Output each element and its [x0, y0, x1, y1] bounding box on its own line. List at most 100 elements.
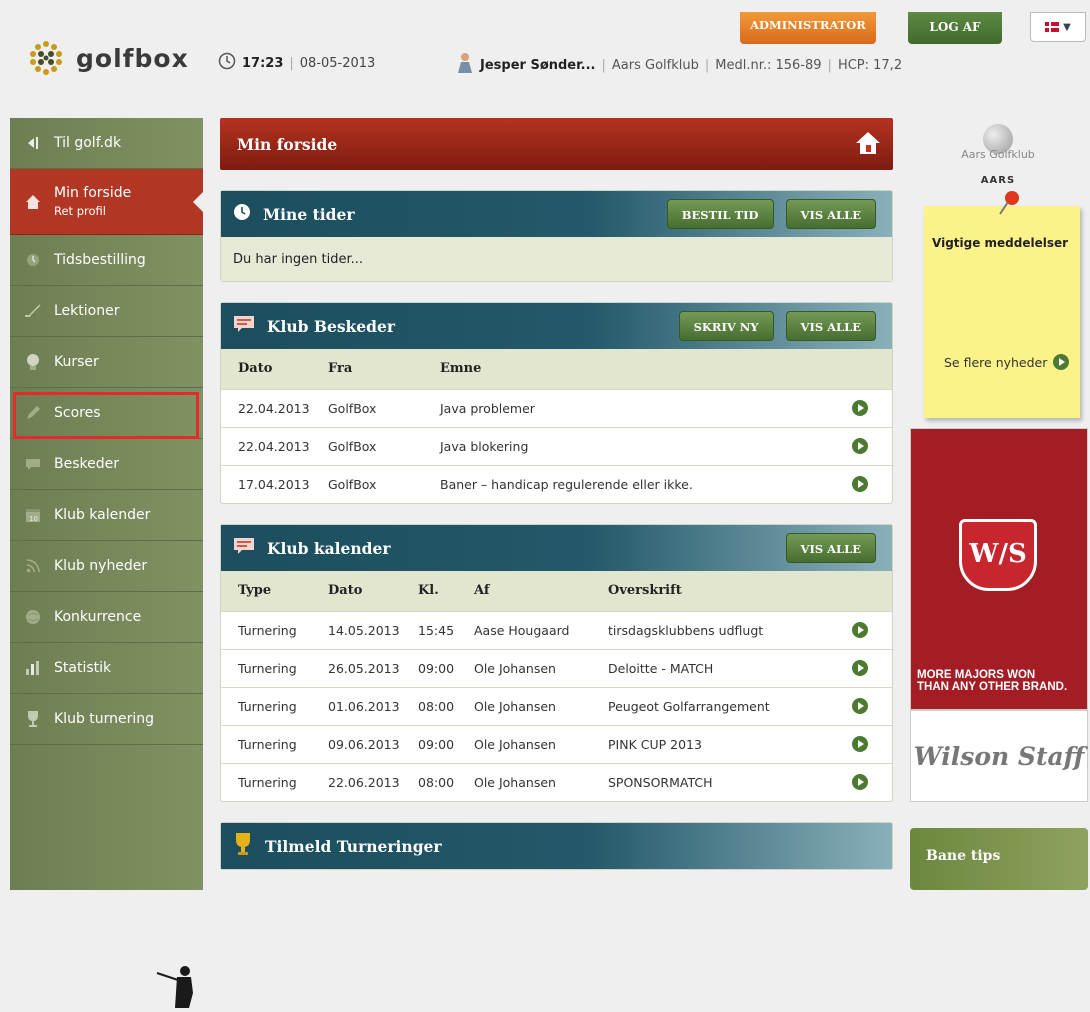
sidebar-item-statistik[interactable]: Statistik — [10, 643, 203, 694]
message-icon — [24, 455, 42, 473]
arrow-right-icon[interactable] — [852, 698, 868, 714]
column-header: Af — [457, 571, 591, 611]
table-row[interactable]: 22.04.2013 GolfBox Java blokering — [221, 426, 892, 465]
more-news-label: Se flere nyheder — [944, 354, 1048, 370]
event-title: PINK CUP 2013 — [591, 724, 852, 763]
clock-icon — [218, 52, 236, 74]
event-time: 09:00 — [401, 648, 457, 687]
sidebar-item-lektioner[interactable]: Lektioner — [10, 286, 203, 337]
show-all-times-button[interactable]: VIS ALLE — [785, 199, 876, 229]
event-organizer: Ole Johansen — [457, 762, 591, 801]
table-row[interactable]: Turnering 01.06.2013 08:00 Ole Johansen … — [221, 686, 892, 725]
language-selector[interactable]: ▼ — [1030, 12, 1086, 42]
sidebar-item-klub-turnering[interactable]: Klub turnering — [10, 694, 203, 745]
book-time-button[interactable]: BESTIL TID — [666, 199, 774, 229]
logo-text: golfbox — [76, 43, 189, 73]
column-header: Type — [221, 571, 311, 611]
home-icon[interactable] — [855, 130, 881, 160]
wilson-ad-banner[interactable]: W/S MORE MAJORS WON THAN ANY OTHER BRAND… — [910, 428, 1088, 710]
edit-profile-link[interactable]: Ret profil — [54, 204, 131, 218]
show-all-messages-button[interactable]: VIS ALLE — [785, 311, 876, 341]
more-news-link[interactable]: Se flere nyheder — [944, 354, 1070, 370]
table-row[interactable]: Turnering 22.06.2013 08:00 Ole Johansen … — [221, 762, 892, 801]
svg-text:10: 10 — [29, 515, 38, 523]
message-from: GolfBox — [311, 464, 423, 503]
show-all-calendar-button[interactable]: VIS ALLE — [785, 533, 876, 563]
sidebar-item-klub-kalender[interactable]: 10 Klub kalender — [10, 490, 203, 541]
sidebar-item-kurser[interactable]: Kurser — [10, 337, 203, 388]
ad-slogan: MORE MAJORS WON THAN ANY OTHER BRAND. — [917, 669, 1067, 693]
arrow-right-icon — [1053, 354, 1070, 370]
rss-icon — [24, 557, 42, 575]
event-title: Deloitte - MATCH — [591, 648, 852, 687]
sidebar-item-label: Statistik — [54, 660, 112, 676]
calendar-icon: 10 — [24, 506, 42, 524]
member-number: Medl.nr.: 156-89 — [715, 57, 822, 73]
event-time: 09:00 — [401, 724, 457, 763]
calendar-table: Type Dato Kl. Af Overskrift Turnering 14… — [221, 571, 892, 801]
arrow-right-icon[interactable] — [852, 622, 868, 638]
tilmeld-turneringer-panel: Tilmeld Turneringer — [220, 822, 893, 870]
sidebar-item-label: Beskeder — [54, 456, 119, 472]
club-name: Aars Golfklub — [611, 57, 699, 73]
sidebar-item-tidsbestilling[interactable]: Tidsbestilling — [10, 235, 203, 286]
table-row[interactable]: 17.04.2013 GolfBox Baner – handicap regu… — [221, 464, 892, 503]
message-icon — [233, 537, 255, 559]
bane-tips-banner[interactable]: Bane tips — [910, 828, 1088, 890]
event-date: 22.06.2013 — [311, 762, 401, 801]
logout-button[interactable]: LOG AF — [908, 12, 1002, 44]
table-row[interactable]: Turnering 26.05.2013 09:00 Ole Johansen … — [221, 648, 892, 687]
separator: | — [289, 55, 294, 71]
club-logo-text: Aars Golfklub — [961, 148, 1035, 161]
arrow-right-icon[interactable] — [852, 736, 868, 752]
event-date: 26.05.2013 — [311, 648, 401, 687]
table-row[interactable]: 22.04.2013 GolfBox Java problemer — [221, 388, 892, 427]
message-from: GolfBox — [311, 388, 423, 427]
sidebar-item-beskeder[interactable]: Beskeder — [10, 439, 203, 490]
back-arrow-icon — [24, 134, 42, 152]
chevron-down-icon: ▼ — [1063, 21, 1071, 33]
event-organizer: Ole Johansen — [457, 686, 591, 725]
arrow-right-icon[interactable] — [852, 476, 868, 493]
administrator-button[interactable]: ADMINISTRATOR — [740, 12, 876, 44]
datetime: 17:23 | 08-05-2013 — [218, 52, 375, 74]
event-date: 09.06.2013 — [311, 724, 401, 763]
sidebar-item-min-forside[interactable]: Min forside Ret profil — [10, 169, 204, 235]
wilson-staff-brand[interactable]: Wilson Staff — [910, 710, 1088, 802]
user-name[interactable]: Jesper Sønder... — [480, 58, 596, 73]
arrow-right-icon[interactable] — [852, 438, 868, 454]
write-new-button[interactable]: SKRIV NY — [678, 311, 774, 341]
message-subject: Baner – handicap regulerende eller ikke. — [423, 464, 852, 503]
no-times-message: Du har ingen tider... — [221, 237, 892, 281]
separator: | — [601, 57, 606, 73]
table-row[interactable]: Turnering 09.06.2013 09:00 Ole Johansen … — [221, 724, 892, 763]
sidebar-item-klub-nyheder[interactable]: Klub nyheder — [10, 541, 203, 592]
main-content: Min forside Mine tider BESTIL TID VIS AL… — [220, 118, 893, 870]
club-logo[interactable]: Aars Golfklub AARS — [938, 124, 1058, 186]
notice-title: Vigtige meddelelser — [932, 236, 1069, 250]
sidebar-item-konkurrence[interactable]: Konkurrence — [10, 592, 203, 643]
event-time: 08:00 — [401, 686, 457, 725]
sidebar-item-til-golf-dk[interactable]: Til golf.dk — [10, 118, 203, 169]
panel-header: Klub kalender VIS ALLE — [221, 525, 892, 571]
go-cell — [852, 388, 892, 427]
column-header-empty — [852, 571, 892, 611]
golfbox-logo[interactable]: golfbox — [26, 38, 189, 78]
page-title: Min forside — [237, 134, 338, 154]
sidebar-item-scores[interactable]: Scores — [10, 388, 203, 439]
ad-slogan-line: THAN ANY OTHER BRAND. — [917, 681, 1068, 693]
club-short-name: AARS — [980, 175, 1016, 186]
event-organizer: Ole Johansen — [457, 724, 591, 763]
golf-ball-icon — [24, 353, 42, 371]
go-cell — [852, 724, 892, 763]
arrow-right-icon[interactable] — [852, 400, 868, 416]
arrow-right-icon[interactable] — [852, 660, 868, 676]
trophy-icon — [24, 710, 42, 728]
event-type: Turnering — [221, 686, 311, 725]
sidebar-item-label: Lektioner — [54, 303, 120, 319]
sidebar-item-label: Kurser — [54, 354, 99, 370]
wilson-staff-logo: W/S — [959, 519, 1037, 591]
arrow-right-icon[interactable] — [852, 774, 868, 791]
table-row[interactable]: Turnering 14.05.2013 15:45 Aase Hougaard… — [221, 610, 892, 649]
separator: | — [704, 57, 710, 73]
